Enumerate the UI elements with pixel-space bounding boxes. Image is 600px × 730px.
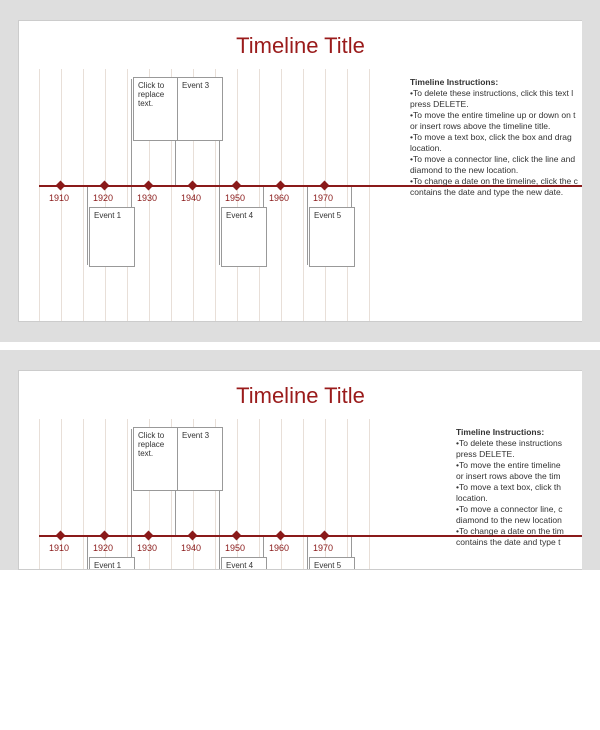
connector-line[interactable] [131,429,132,535]
connector-line[interactable] [87,537,88,570]
gridline [127,69,128,321]
connector-line[interactable] [307,187,308,265]
period-label[interactable]: 1910 [49,193,69,203]
period-label[interactable]: 1910 [49,543,69,553]
period-label[interactable]: 1930 [137,543,157,553]
gridline [303,419,304,569]
axis-diamond[interactable] [320,531,330,541]
period-label[interactable]: 1970 [313,193,333,203]
period-label[interactable]: 1960 [269,543,289,553]
instructions-box[interactable]: Timeline Instructions: •To delete these … [410,77,582,199]
axis-diamond[interactable] [56,531,66,541]
event-box-placeholder[interactable]: Click to replace text. [133,427,179,491]
gridline [39,69,40,321]
instructions-heading: Timeline Instructions: [456,427,544,437]
page-title[interactable]: Timeline Title [19,371,582,417]
gridline [259,69,260,321]
connector-line[interactable] [219,187,220,265]
connector-line[interactable] [307,537,308,570]
period-label[interactable]: 1920 [93,193,113,203]
page-title[interactable]: Timeline Title [19,21,582,67]
event-box-5[interactable]: Event 5 [309,557,355,570]
gridline [83,419,84,569]
period-label[interactable]: 1960 [269,193,289,203]
event-box-1[interactable]: Event 1 [89,207,135,267]
preview-frame-2: Timeline Title [0,350,600,570]
preview-frame-1: Timeline Title [0,0,600,342]
event-box-5[interactable]: Event 5 [309,207,355,267]
gridline [347,69,348,321]
gridline [83,69,84,321]
axis-diamond[interactable] [188,531,198,541]
event-box-3[interactable]: Event 3 [177,427,223,491]
axis-diamond[interactable] [144,531,154,541]
connector-line[interactable] [87,187,88,265]
period-label[interactable]: 1940 [181,543,201,553]
gridline [347,419,348,569]
event-box-3[interactable]: Event 3 [177,77,223,141]
axis-diamond[interactable] [320,181,330,191]
connector-line[interactable] [219,537,220,570]
period-label[interactable]: 1940 [181,193,201,203]
event-box-1[interactable]: Event 1 [89,557,135,570]
page-2: Timeline Title [18,370,582,570]
event-box-4[interactable]: Event 4 [221,207,267,267]
gridline [303,69,304,321]
axis-diamond[interactable] [188,181,198,191]
gridline [127,419,128,569]
period-label[interactable]: 1950 [225,193,245,203]
event-box-placeholder[interactable]: Click to replace text. [133,77,179,141]
axis-diamond[interactable] [100,531,110,541]
axis-diamond[interactable] [100,181,110,191]
axis-diamond[interactable] [276,181,286,191]
period-label[interactable]: 1930 [137,193,157,203]
period-label[interactable]: 1970 [313,543,333,553]
period-label[interactable]: 1920 [93,543,113,553]
page-1: Timeline Title [18,20,582,322]
instructions-box[interactable]: Timeline Instructions: •To delete these … [456,427,582,549]
axis-diamond[interactable] [144,181,154,191]
axis-diamond[interactable] [56,181,66,191]
gridline [369,69,370,321]
connector-line[interactable] [131,79,132,185]
axis-diamond[interactable] [232,531,242,541]
period-label[interactable]: 1950 [225,543,245,553]
gridline [39,419,40,569]
gridline [259,419,260,569]
instructions-heading: Timeline Instructions: [410,77,498,87]
gridline [369,419,370,569]
axis-diamond[interactable] [232,181,242,191]
event-box-4[interactable]: Event 4 [221,557,267,570]
axis-diamond[interactable] [276,531,286,541]
